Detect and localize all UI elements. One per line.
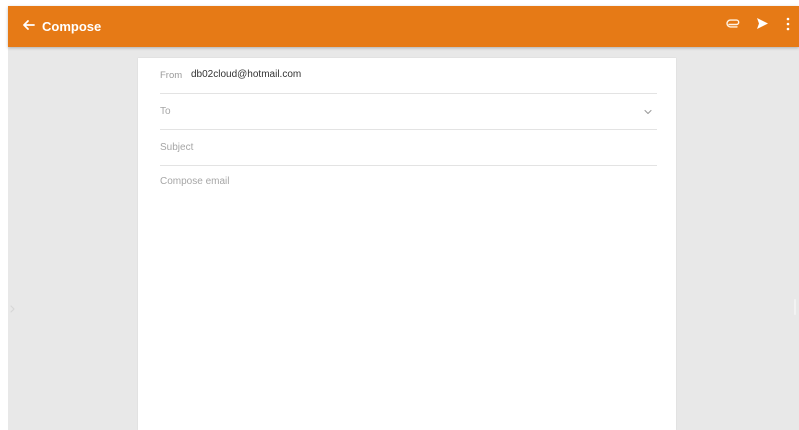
right-panel-handle[interactable] [791,298,799,320]
compose-card: From db02cloud@hotmail.com [138,58,676,430]
chevron-down-icon [644,102,652,120]
from-row: From db02cloud@hotmail.com [160,58,657,94]
left-panel-handle[interactable] [8,298,16,320]
chevron-right-icon [9,300,15,318]
to-row [160,94,657,130]
back-button[interactable] [17,15,41,39]
more-vertical-icon [786,17,790,36]
subject-field[interactable] [160,138,630,156]
paperclip-icon [726,16,742,37]
top-app-bar: Compose [8,6,799,47]
panel-edge-icon [793,298,797,321]
arrow-left-icon [22,18,36,37]
to-field[interactable] [160,102,630,120]
send-button[interactable] [751,15,773,37]
from-address[interactable]: db02cloud@hotmail.com [191,68,301,82]
from-label: From [160,70,183,81]
compose-screen: Compose From db02cloud@hotmail.com To Su… [0,0,799,430]
attach-button[interactable] [723,15,745,37]
page-title: Compose [42,19,102,34]
to-expand-button[interactable] [643,106,653,116]
more-options-button[interactable] [781,15,795,37]
subject-row [160,130,657,166]
compose-body-field[interactable] [160,175,657,415]
send-icon [755,16,770,36]
